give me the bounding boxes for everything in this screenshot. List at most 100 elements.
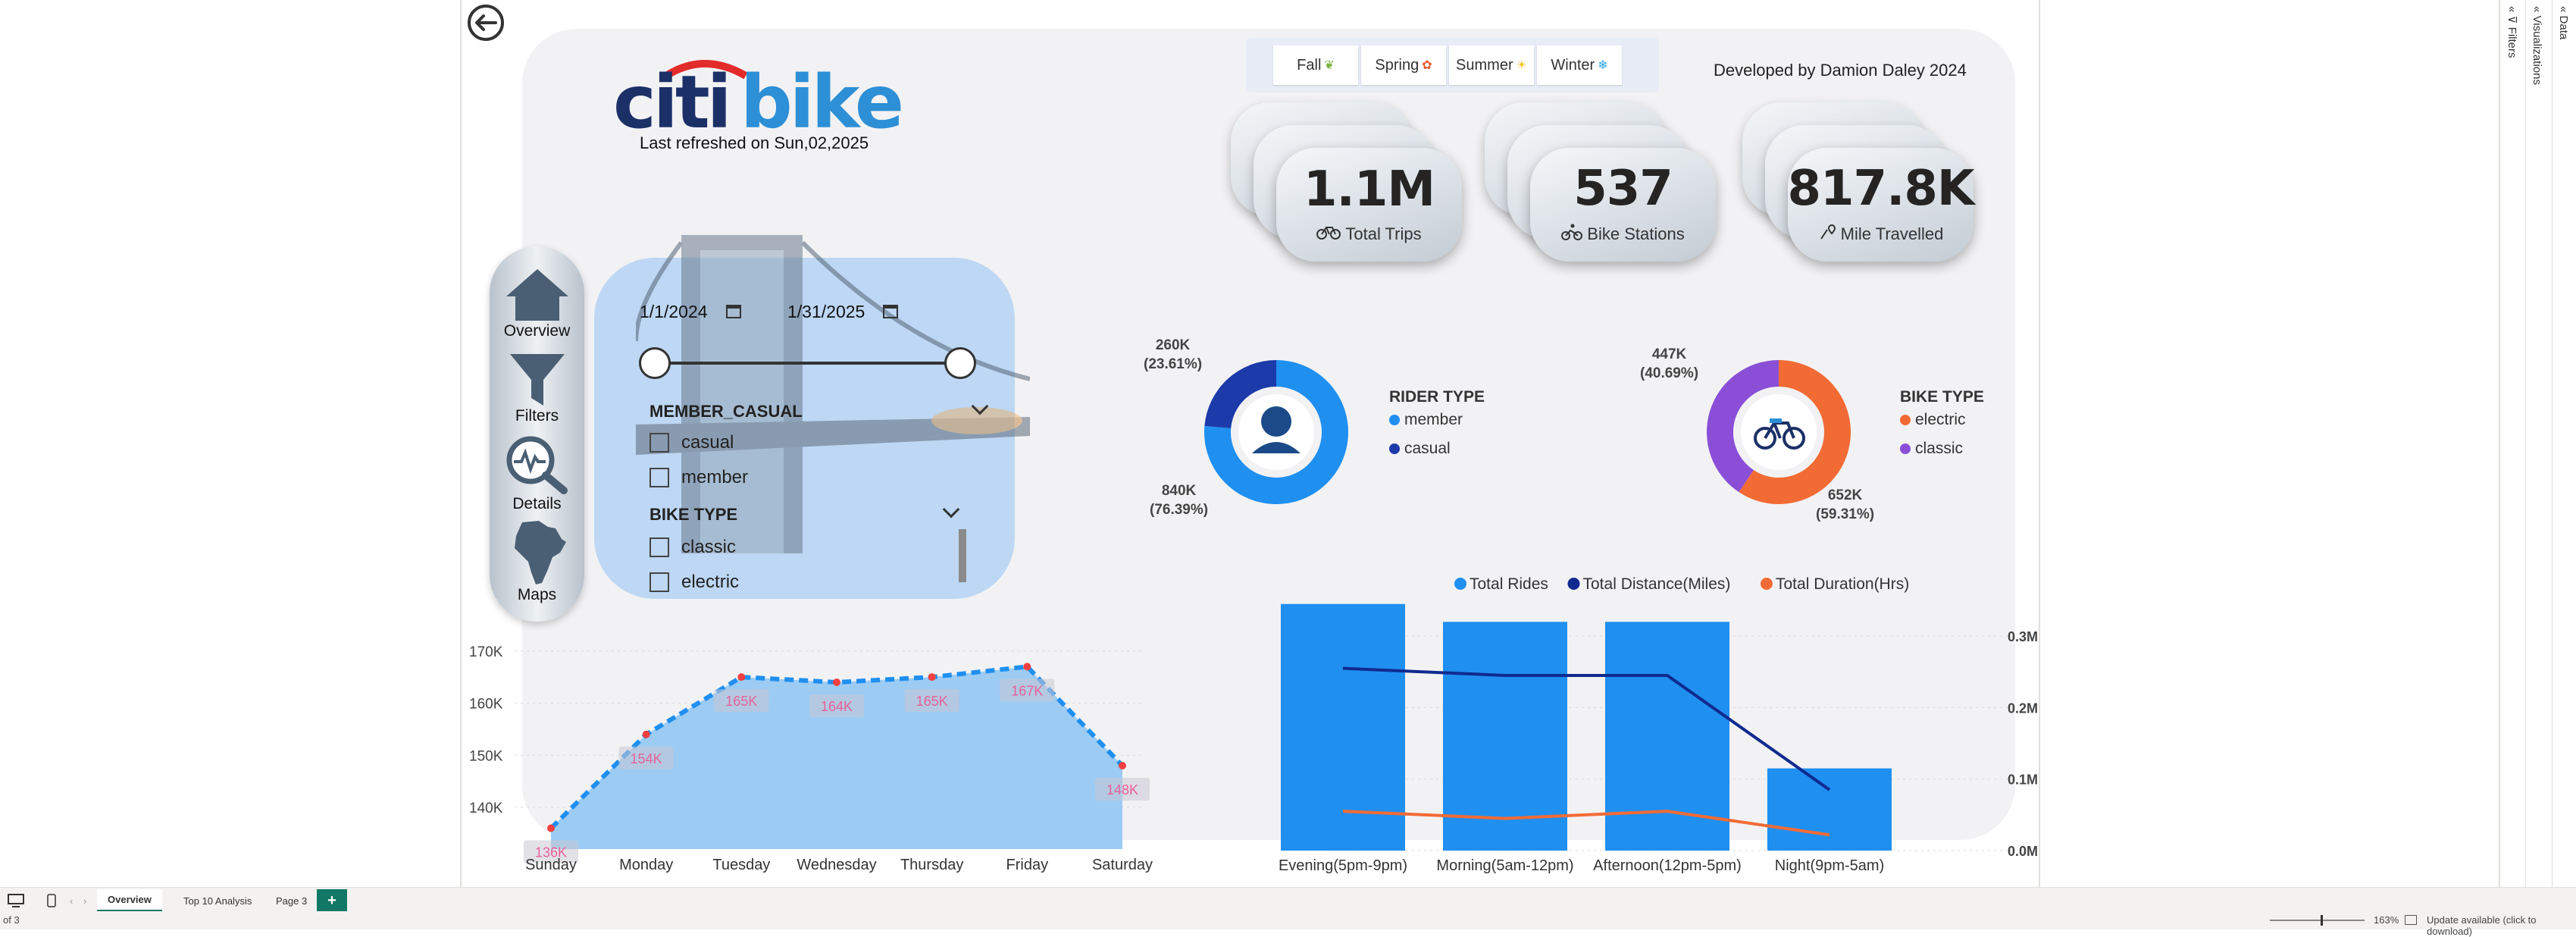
legend-item-casual[interactable]: casual	[1389, 440, 1485, 458]
filter-option-member[interactable]: member	[649, 467, 748, 488]
nav-details[interactable]: Details	[490, 434, 584, 513]
rider-label-bottom: 840K (76.39%)	[1150, 482, 1208, 519]
date-end-field[interactable]: 1/31/2025	[787, 296, 899, 327]
africa-map-icon	[490, 519, 584, 586]
filter-option-classic[interactable]: classic	[649, 537, 736, 558]
season-fall[interactable]: Fall ❦	[1273, 45, 1358, 85]
x-tick-label: Sunday	[525, 857, 577, 873]
data-point[interactable]	[833, 678, 840, 686]
svg-text:citi: citi	[613, 60, 729, 136]
date-start-field[interactable]: 1/1/2024	[640, 296, 741, 327]
checkbox[interactable]	[649, 572, 669, 592]
bike-type-header[interactable]: BIKE TYPE	[649, 505, 737, 525]
kpi-label: Total Trips	[1345, 224, 1422, 243]
slider-start-handle[interactable]	[639, 347, 671, 379]
bar-3[interactable]	[1767, 768, 1892, 851]
calendar-icon[interactable]	[883, 305, 899, 318]
label-pct: (40.69%)	[1640, 365, 1699, 381]
last-refreshed-text: Last refreshed on Sun,02,2025	[640, 133, 869, 152]
filter-scrollbar[interactable]	[959, 529, 966, 582]
data-point[interactable]	[928, 673, 936, 682]
x-tick-label: Friday	[1006, 857, 1049, 873]
update-notice[interactable]: Update available (click to download)	[2427, 914, 2576, 937]
season-summer[interactable]: Summer ☀	[1449, 45, 1534, 85]
season-winter[interactable]: Winter ❄	[1537, 45, 1622, 85]
season-spring[interactable]: Spring ✿	[1361, 45, 1446, 85]
legend-item-classic[interactable]: classic	[1900, 440, 1984, 458]
kpi-value: 817.8K	[1787, 161, 1974, 217]
data-point[interactable]	[642, 730, 650, 738]
filters-pane[interactable]: « ⊽ Filters	[2499, 0, 2525, 887]
legend-dot	[1389, 443, 1400, 454]
y-tick-label: 0.0M	[2008, 844, 2038, 859]
data-pane-label[interactable]: « Data	[2557, 6, 2570, 39]
legend-dot	[1454, 578, 1466, 590]
data-label: 164K	[821, 699, 853, 714]
desktop-view-icon[interactable]	[3, 889, 29, 912]
visualizations-pane[interactable]: « Visualizations	[2525, 0, 2552, 887]
nav-overview[interactable]: Overview	[490, 268, 584, 340]
zoom-slider[interactable]	[2270, 920, 2365, 921]
y-tick-label: 170K	[469, 644, 503, 660]
season-label: Fall	[1297, 56, 1322, 74]
data-point[interactable]	[547, 824, 555, 832]
date-range-slider[interactable]	[651, 362, 954, 365]
legend-label[interactable]: Total Duration(Hrs)	[1776, 575, 1909, 593]
next-page-arrow-icon[interactable]: ›	[80, 889, 89, 912]
data-point[interactable]	[737, 673, 746, 682]
kpi-value: 537	[1573, 161, 1673, 217]
nav-maps[interactable]: Maps	[490, 519, 584, 604]
filter-option-casual[interactable]: casual	[649, 432, 734, 453]
slider-end-handle[interactable]	[944, 347, 976, 379]
label-pct: (23.61%)	[1144, 356, 1203, 372]
flower-icon: ✿	[1422, 59, 1432, 72]
legend-title: BIKE TYPE	[1900, 388, 1984, 406]
series-line[interactable]	[1342, 666, 1831, 791]
season-label: Winter	[1551, 56, 1595, 74]
tab-page3[interactable]: Page 3	[265, 889, 318, 912]
data-pane[interactable]: « Data	[2552, 0, 2576, 887]
prev-page-arrow-icon[interactable]: ‹	[67, 889, 76, 912]
expand-icon: «	[2531, 6, 2543, 13]
label-value: 840K	[1161, 483, 1197, 499]
visualizations-pane-label[interactable]: « Visualizations	[2531, 6, 2543, 85]
kpi-total-trips: 1.1M Total Trips	[1223, 95, 1466, 265]
checkbox[interactable]	[649, 468, 669, 487]
pane-title: Filters	[2506, 27, 2518, 58]
legend-item-electric[interactable]: electric	[1900, 411, 1984, 429]
date-start-value: 1/1/2024	[640, 301, 708, 321]
back-arrow-icon[interactable]	[468, 5, 504, 41]
tab-label: Top 10 Analysis	[183, 895, 252, 907]
filter-option-electric[interactable]: electric	[649, 572, 739, 593]
legend-label: member	[1404, 411, 1463, 428]
data-point[interactable]	[1119, 762, 1126, 769]
x-tick-label: Evening(5pm-9pm)	[1279, 857, 1407, 874]
legend-label[interactable]: Total Distance(Miles)	[1583, 575, 1731, 593]
y-tick-label: 150K	[469, 748, 503, 764]
kpi-bike-stations: 537 Bike Stations	[1477, 95, 1720, 265]
zoom-handle[interactable]	[2321, 915, 2323, 926]
calendar-icon[interactable]	[725, 305, 741, 318]
nav-filters[interactable]: Filters	[490, 353, 584, 425]
data-label: 154K	[631, 751, 662, 766]
bike-label-bottom: 652K (59.31%)	[1816, 487, 1874, 524]
zoom-level[interactable]: 163%	[2374, 914, 2399, 926]
legend-dot	[1761, 578, 1773, 590]
fit-page-icon[interactable]	[2405, 915, 2417, 925]
tab-overview[interactable]: Overview	[97, 889, 162, 912]
series-line[interactable]	[1342, 810, 1830, 837]
legend-item-member[interactable]: member	[1389, 411, 1485, 429]
member-casual-header[interactable]: MEMBER_CASUAL	[649, 402, 803, 421]
legend-label[interactable]: Total Rides	[1470, 575, 1548, 593]
checkbox[interactable]	[649, 537, 669, 557]
x-tick-label: Tuesday	[712, 857, 770, 873]
expand-icon: «	[2557, 6, 2570, 13]
add-page-button[interactable]: +	[317, 889, 347, 912]
data-point[interactable]	[1023, 663, 1031, 671]
sun-icon: ☀	[1516, 59, 1527, 72]
nav-label: Maps	[517, 586, 557, 603]
tab-top10[interactable]: Top 10 Analysis	[173, 889, 262, 912]
mobile-view-icon[interactable]	[42, 889, 61, 912]
checkbox[interactable]	[649, 433, 669, 453]
filters-pane-label[interactable]: « ⊽ Filters	[2505, 6, 2518, 58]
